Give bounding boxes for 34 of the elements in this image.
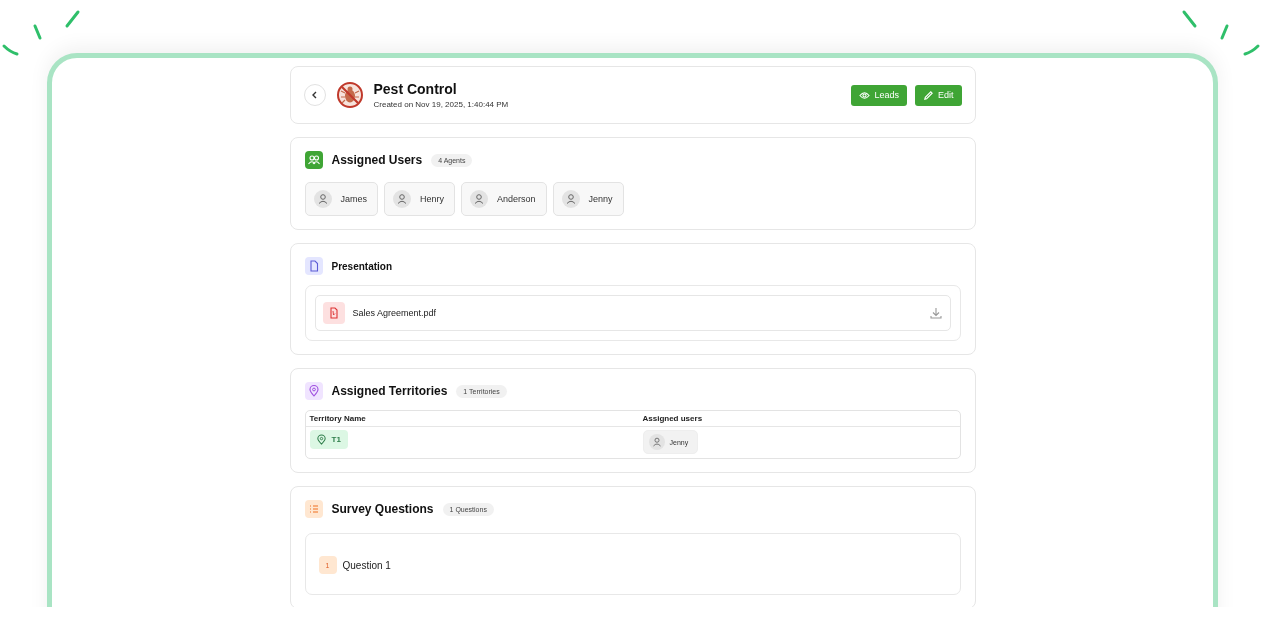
user-chip: Henry bbox=[384, 182, 456, 216]
file-row[interactable]: Sales Agreement.pdf bbox=[314, 295, 951, 331]
pencil-icon bbox=[923, 89, 934, 101]
avatar-icon bbox=[393, 190, 411, 208]
leads-button[interactable]: Leads bbox=[851, 84, 907, 106]
created-date: Created on Nov 19, 2025, 1:40:44 PM bbox=[373, 100, 509, 109]
back-button[interactable] bbox=[303, 84, 326, 106]
section-title: Survey Questions bbox=[331, 502, 434, 516]
territory-tag: T1 bbox=[309, 430, 348, 449]
avatar-icon bbox=[648, 434, 665, 450]
section-title: Presentation bbox=[331, 260, 393, 272]
avatar-icon bbox=[561, 190, 580, 208]
edit-button[interactable]: Edit bbox=[915, 84, 962, 106]
section-title: Assigned Territories bbox=[331, 384, 448, 398]
avatar-icon bbox=[470, 190, 489, 208]
document-icon bbox=[304, 257, 323, 275]
column-header: Assigned users bbox=[642, 414, 704, 423]
user-chip: Anderson bbox=[461, 182, 547, 216]
users-icon bbox=[304, 151, 323, 169]
pdf-icon bbox=[322, 302, 345, 324]
no-bug-icon bbox=[335, 81, 364, 109]
avatar-icon bbox=[313, 190, 332, 208]
question-label: Question 1 bbox=[342, 559, 391, 571]
user-chip: James bbox=[304, 182, 378, 216]
location-pin-icon bbox=[315, 434, 327, 445]
location-pin-icon bbox=[304, 382, 323, 400]
eye-icon bbox=[859, 89, 871, 101]
column-header: Territory Name bbox=[309, 414, 367, 423]
page-title: Pest Control bbox=[373, 81, 458, 97]
user-chip: Jenny bbox=[552, 182, 624, 216]
list-icon bbox=[304, 500, 323, 518]
download-icon[interactable] bbox=[929, 307, 942, 319]
file-name: Sales Agreement.pdf bbox=[352, 308, 437, 318]
section-title: Assigned Users bbox=[331, 153, 423, 167]
